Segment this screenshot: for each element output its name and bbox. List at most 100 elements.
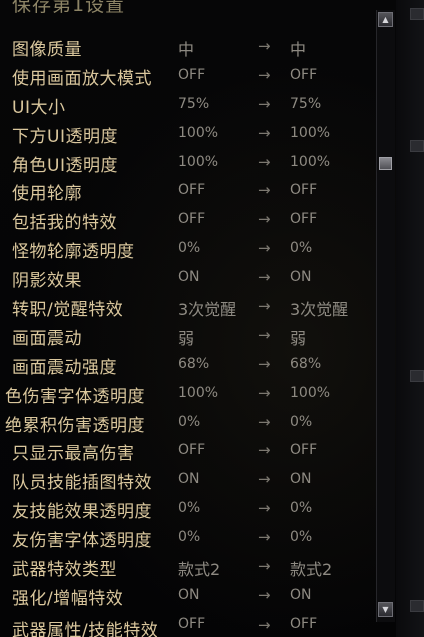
arrow-right-icon: →: [258, 557, 271, 576]
setting-new-value: 0%: [290, 529, 313, 546]
setting-current-value: 0%: [178, 413, 201, 430]
setting-label: 包括我的特效: [12, 213, 117, 234]
setting-new-value: ON: [290, 269, 312, 286]
setting-label: 强化/增幅特效: [12, 588, 124, 609]
setting-current-value: 100%: [178, 124, 219, 141]
setting-new-value: OFF: [290, 182, 318, 199]
settings-row[interactable]: 画面震动强度 68% → 68%: [0, 351, 376, 380]
settings-row[interactable]: 画面震动 弱 → 弱: [0, 322, 376, 351]
setting-current-value: 75%: [178, 95, 210, 112]
triangle-down-icon: ▼: [382, 605, 389, 614]
arrow-right-icon: →: [258, 325, 271, 344]
arrow-right-icon: →: [258, 354, 271, 373]
settings-row[interactable]: 强化/增幅特效 ON → ON: [0, 582, 376, 611]
setting-new-value: 100%: [290, 153, 331, 170]
settings-row[interactable]: 使用画面放大模式 OFF → OFF: [0, 62, 376, 91]
setting-label: 友伤害字体透明度: [12, 531, 152, 552]
setting-new-value: ON: [290, 471, 312, 488]
arrow-right-icon: →: [258, 210, 271, 229]
setting-label: 队员技能插图特效: [12, 473, 152, 494]
settings-row[interactable]: 队员技能插图特效 ON → ON: [0, 466, 376, 495]
settings-row-partial[interactable]: 武器属性/技能特效 OFF → OFF: [0, 614, 376, 637]
setting-new-value: 3次觉醒: [290, 300, 349, 320]
window-frame-edge: [396, 0, 424, 637]
setting-current-value: 100%: [178, 153, 219, 170]
arrow-right-icon: →: [258, 412, 271, 431]
setting-current-value: OFF: [178, 616, 206, 632]
setting-new-value: 100%: [290, 124, 331, 141]
setting-new-value: 75%: [290, 95, 322, 112]
setting-label: UI大小: [12, 97, 66, 118]
setting-new-value: ON: [290, 586, 312, 603]
settings-row[interactable]: 角色UI透明度 100% → 100%: [0, 149, 376, 178]
settings-list: 图像质量 中 → 中使用画面放大模式 OFF → OFF UI大小 75% → 75% 下方UI透明度…: [0, 33, 376, 611]
setting-current-value: OFF: [178, 66, 206, 83]
setting-label: 武器特效类型: [12, 560, 117, 581]
setting-label: 图像质量: [12, 40, 82, 60]
arrow-right-icon: →: [258, 383, 271, 402]
settings-row[interactable]: 包括我的特效 OFF → OFF: [0, 206, 376, 235]
settings-row[interactable]: 友伤害字体透明度 0% → 0%: [0, 524, 376, 553]
frame-tab: [410, 370, 424, 382]
setting-label: 使用轮廓: [12, 184, 82, 205]
settings-row[interactable]: 绝累积伤害透明度 0% → 0%: [0, 409, 376, 438]
setting-current-value: 0%: [178, 500, 201, 517]
triangle-up-icon: ▲: [382, 15, 389, 24]
vertical-scrollbar[interactable]: ▲ ▼: [376, 10, 395, 622]
settings-panel: 保存第1设置 图像质量 中 → 中使用画面放大模式 OFF → OFF UI大小 75% → 75%…: [0, 0, 424, 637]
setting-current-value: ON: [178, 269, 200, 286]
setting-current-value: 0%: [178, 529, 201, 546]
settings-row[interactable]: 色伤害字体透明度 100% → 100%: [0, 380, 376, 409]
setting-label: 绝累积伤害透明度: [5, 415, 145, 436]
arrow-right-icon: →: [258, 585, 271, 604]
settings-row[interactable]: 转职/觉醒特效 3次觉醒 → 3次觉醒: [0, 293, 376, 322]
setting-new-value: 款式2: [290, 560, 333, 580]
setting-label: 转职/觉醒特效: [12, 300, 124, 321]
settings-row[interactable]: 使用轮廓 OFF → OFF: [0, 177, 376, 206]
setting-new-value: OFF: [290, 442, 318, 459]
arrow-right-icon: →: [258, 268, 271, 287]
setting-current-value: 3次觉醒: [178, 300, 237, 320]
scrollbar-thumb[interactable]: [379, 157, 392, 171]
settings-row[interactable]: 友技能效果透明度 0% → 0%: [0, 495, 376, 524]
setting-label: 友技能效果透明度: [12, 502, 152, 523]
scroll-down-button[interactable]: ▼: [378, 602, 393, 617]
setting-current-value: OFF: [178, 442, 206, 459]
setting-new-value: 100%: [290, 384, 331, 401]
scroll-up-button[interactable]: ▲: [378, 12, 393, 27]
panel-title: 保存第1设置: [12, 0, 126, 16]
settings-row[interactable]: 只显示最高伤害 OFF → OFF: [0, 437, 376, 466]
frame-tab: [410, 600, 424, 612]
arrow-right-icon: →: [258, 470, 271, 489]
setting-label: 色伤害字体透明度: [5, 386, 145, 407]
setting-label: 武器属性/技能特效: [12, 621, 159, 637]
setting-label: 只显示最高伤害: [12, 444, 135, 465]
setting-label: 下方UI透明度: [12, 126, 118, 147]
setting-label: 使用画面放大模式: [12, 68, 152, 89]
setting-current-value: 款式2: [178, 560, 221, 580]
arrow-right-icon: →: [258, 616, 271, 634]
settings-row[interactable]: UI大小 75% → 75%: [0, 91, 376, 120]
settings-row[interactable]: 怪物轮廓透明度 0% → 0%: [0, 235, 376, 264]
setting-label: 画面震动强度: [12, 357, 117, 378]
setting-new-value: 0%: [290, 500, 313, 517]
setting-current-value: ON: [178, 586, 200, 603]
settings-row[interactable]: 图像质量 中 → 中: [0, 33, 376, 62]
arrow-right-icon: →: [258, 528, 271, 547]
setting-current-value: 中: [178, 40, 195, 59]
settings-row[interactable]: 下方UI透明度 100% → 100%: [0, 120, 376, 149]
setting-current-value: OFF: [178, 211, 206, 228]
setting-new-value: 68%: [290, 355, 322, 372]
setting-new-value: 中: [290, 40, 307, 59]
setting-label: 角色UI透明度: [12, 155, 118, 176]
settings-row[interactable]: 武器特效类型 款式2 → 款式2: [0, 553, 376, 582]
setting-new-value: OFF: [290, 616, 318, 632]
setting-current-value: 弱: [178, 328, 195, 348]
arrow-right-icon: →: [258, 181, 271, 200]
setting-current-value: 68%: [178, 355, 210, 372]
arrow-right-icon: →: [258, 37, 271, 55]
setting-current-value: 0%: [178, 240, 201, 257]
panel-header: 保存第1设置: [0, 0, 376, 22]
setting-label: 怪物轮廓透明度: [12, 242, 135, 263]
settings-row[interactable]: 阴影效果 ON → ON: [0, 264, 376, 293]
